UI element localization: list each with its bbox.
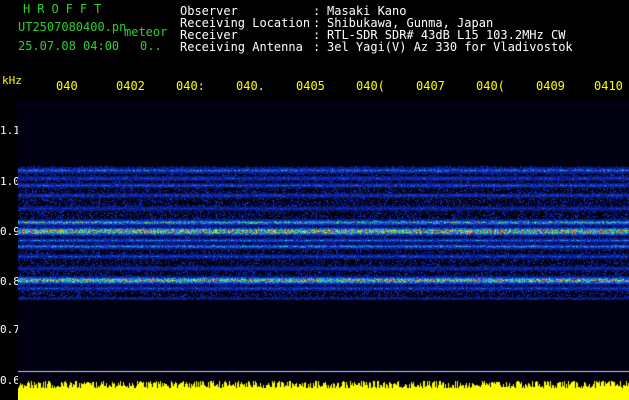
y-tick: 1.1	[0, 124, 20, 137]
app-title: HROFFT	[23, 2, 109, 16]
y-tick: 0.6	[0, 374, 20, 387]
y-tick: 0.7	[0, 323, 20, 336]
spectrogram-canvas	[18, 100, 629, 400]
datetime-label: 25.07.08 04:00	[18, 39, 120, 53]
meteor-label: meteor	[124, 25, 168, 39]
x-tick: 040(	[476, 79, 505, 93]
x-tick: 0410	[594, 79, 623, 93]
x-tick: 0409	[536, 79, 565, 93]
x-tick: 040	[56, 79, 78, 93]
spectrogram-plot	[18, 100, 629, 400]
y-tick: 0.9	[0, 225, 20, 238]
x-tick: 040(	[356, 79, 385, 93]
unit-label: kHz	[2, 74, 22, 87]
x-tick: 040.	[236, 79, 265, 93]
x-tick: 0407	[416, 79, 445, 93]
x-tick: 0402	[116, 79, 145, 93]
info-antenna-colon: :	[313, 40, 321, 54]
x-tick: 040:	[176, 79, 205, 93]
x-tick: 0405	[296, 79, 325, 93]
y-tick: 0.8	[0, 275, 20, 288]
file-name: UT2507080400.pn	[18, 20, 127, 34]
info-antenna-label: Receiving Antenna	[180, 40, 303, 54]
count-label: 0..	[140, 39, 162, 53]
y-tick: 1.0	[0, 175, 20, 188]
info-antenna-value: 3el Yagi(V) Az 330 for Vladivostok	[327, 40, 573, 54]
